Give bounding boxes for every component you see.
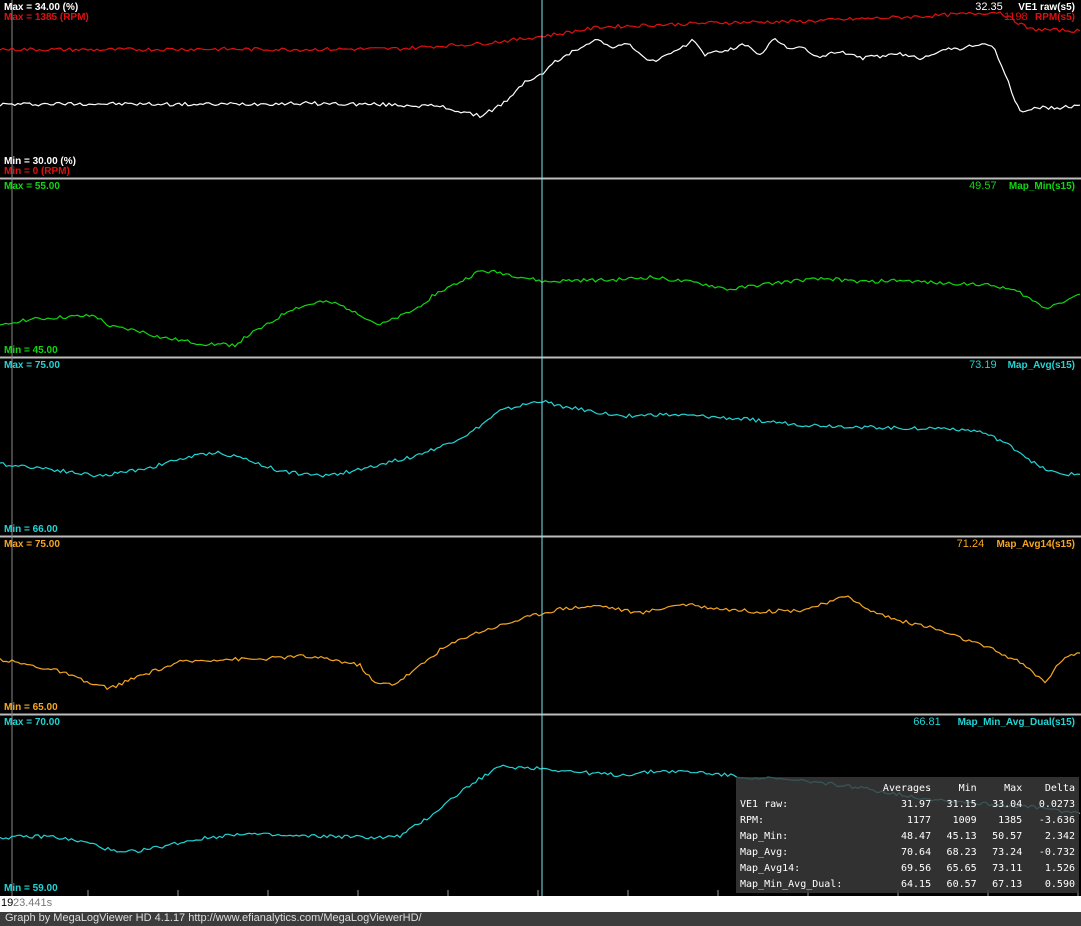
cursor-value-label: 66.81 [913,716,941,728]
time-origin-label: 19 [1,897,14,909]
stats-avg: 31.97 [900,798,932,810]
stats-max: 73.24 [992,846,1023,858]
stats-max: 1385 [998,814,1023,826]
stats-max: 50.57 [992,830,1023,842]
stats-delta: -3.636 [1038,814,1075,826]
stats-header-delta: Delta [1044,782,1075,794]
stats-max: 73.11 [992,862,1023,874]
stats-row: VE1 raw: 31.97 31.15 33.04 0.0273 [736,796,1079,812]
min-label: Min = 59.00 [4,883,58,894]
min-label: Min = 65.00 [4,702,58,713]
footer-bar: Graph by MegaLogViewer HD 4.1.17 http://… [0,912,1081,926]
stats-max: 33.04 [992,798,1023,810]
stats-row: Map_Min: 48.47 45.13 50.57 2.342 [736,828,1079,844]
log-graph[interactable]: Max = 34.00 (%)Min = 30.00 (%)VE1 raw(s5… [0,0,1081,896]
stats-header-averages: Averages [882,782,932,794]
min-label: Min = 66.00 [4,524,58,535]
stats-delta: 0.0273 [1038,798,1075,810]
stats-min: 1009 [952,814,977,826]
series-name-label: Map_Avg14(s15) [996,539,1075,550]
time-scrollbar[interactable]: 19 23.441s [0,896,1081,912]
statistics-overlay: Averages Min Max Delta VE1 raw: 31.97 31… [736,777,1079,893]
min-label: Min = 45.00 [4,345,58,356]
max-label: Max = 75.00 [4,360,60,371]
stats-delta: -0.732 [1038,846,1075,858]
stats-header-max: Max [1004,782,1023,794]
stats-min: 65.65 [946,862,977,874]
min-label: Min = 0 (RPM) [4,166,70,177]
stats-name: RPM: [740,814,765,826]
stats-row: RPM: 1177 1009 1385 -3.636 [736,812,1079,828]
stats-row: Map_Avg: 70.64 68.23 73.24 -0.732 [736,844,1079,860]
stats-delta: 2.342 [1044,830,1075,842]
series-name-label: RPM(s5) [1035,12,1075,23]
series-name-label: Map_Min_Avg_Dual(s15) [958,717,1075,728]
stats-max: 67.13 [992,878,1023,890]
stats-min: 68.23 [946,846,977,858]
cursor-value-label: 1198 [1004,11,1028,23]
stats-delta: 0.590 [1044,878,1075,890]
stats-min: 60.57 [946,878,977,890]
stats-avg: 70.64 [900,846,932,858]
stats-name: Map_Min: [740,830,789,842]
stats-avg: 48.47 [900,830,932,842]
stats-row: Map_Avg14: 69.56 65.65 73.11 1.526 [736,860,1079,876]
stats-header-name [736,780,868,796]
max-label: Max = 1385 (RPM) [4,12,89,23]
stats-name: VE1 raw: [740,798,789,810]
stats-row: Map_Min_Avg_Dual: 64.15 60.57 67.13 0.59… [736,876,1079,892]
stats-avg: 69.56 [900,862,932,874]
cursor-value-label: 49.57 [969,180,997,192]
stats-min: 45.13 [946,830,977,842]
stats-min: 31.15 [946,798,977,810]
stats-name: Map_Avg: [740,846,789,858]
cursor-value-label: 32.35 [975,1,1003,13]
series-name-label: Map_Avg(s15) [1008,360,1075,371]
cursor-value-label: 73.19 [969,359,997,371]
max-label: Max = 75.00 [4,539,60,550]
stats-name: Map_Min_Avg_Dual: [740,878,843,890]
cursor-value-label: 71.24 [957,538,985,550]
chart-background [0,0,1081,896]
stats-avg: 1177 [907,814,932,826]
stats-header-min: Min [958,782,977,794]
max-label: Max = 70.00 [4,717,60,728]
stats-delta: 1.526 [1044,862,1075,874]
cursor-time-label: 23.441s [13,897,53,909]
series-name-label: Map_Min(s15) [1009,181,1075,192]
stats-avg: 64.15 [900,878,932,890]
stats-name: Map_Avg14: [740,862,801,874]
footer-credit: Graph by MegaLogViewer HD 4.1.17 http://… [5,912,422,924]
stats-header-row: Averages Min Max Delta [736,780,1079,796]
statistics-table: Averages Min Max Delta VE1 raw: 31.97 31… [736,780,1079,892]
max-label: Max = 55.00 [4,181,60,192]
